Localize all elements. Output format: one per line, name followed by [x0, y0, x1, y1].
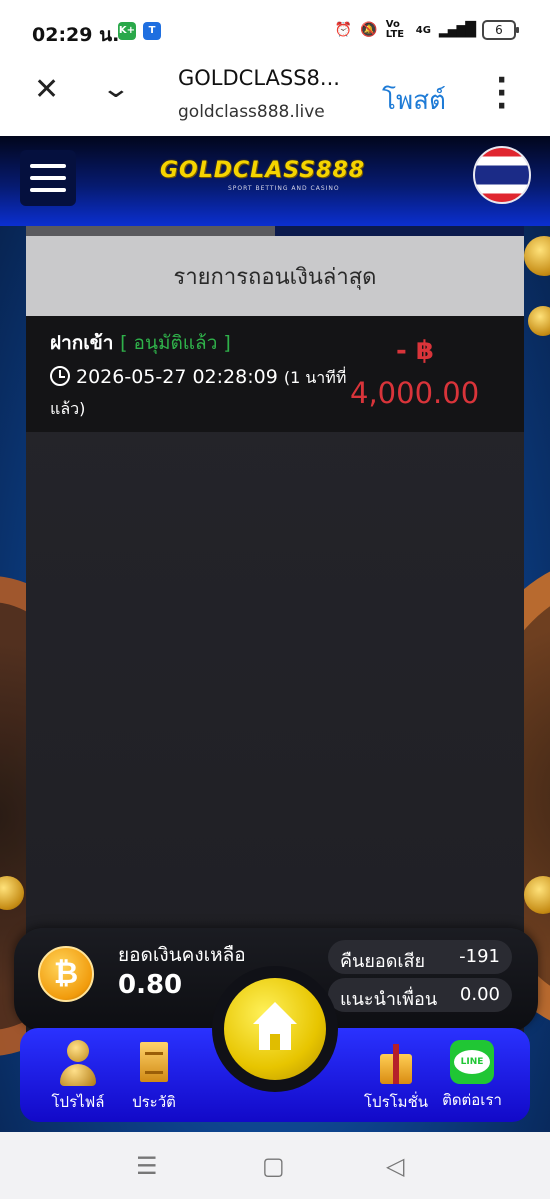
panel-title: รายการถอนเงินล่าสุด — [26, 236, 524, 316]
close-icon[interactable]: ✕ — [34, 72, 59, 107]
volte-icon: Vo LTE — [385, 19, 405, 40]
status-badge: [ อนุมัติแล้ว ] — [120, 332, 231, 354]
transaction-type: ฝากเข้า [ อนุมัติแล้ว ] — [50, 332, 231, 354]
home-icon — [224, 978, 326, 1080]
site-logo[interactable]: GOLDCLASS888 SPORT BETTING AND CASINO — [160, 158, 390, 198]
menu-icon — [30, 164, 66, 168]
referral-pill[interactable]: แนะนำเพื่อน 0.00 — [328, 978, 512, 1012]
post-button[interactable]: โพสต์ — [382, 80, 446, 121]
cashback-pill[interactable]: คืนยอดเสีย -191 — [328, 940, 512, 974]
nav-promotion[interactable]: โปรโมชั่น — [356, 1040, 436, 1114]
page-url: goldclass888.live — [178, 102, 325, 122]
gift-icon — [374, 1040, 418, 1086]
more-vertical-icon[interactable]: · · · — [496, 66, 507, 122]
status-indicators: ⏰ 🔕 Vo LTE 4G ▂▄▆█ 6 — [334, 19, 519, 40]
line-icon: LINE — [450, 1040, 494, 1084]
app-content: GOLDCLASS888 SPORT BETTING AND CASINO รา… — [0, 136, 550, 1132]
kplus-notification-icon: K+ — [118, 22, 136, 40]
nav-history[interactable]: ประวัติ — [114, 1040, 194, 1114]
hamburger-menu-button[interactable] — [20, 150, 76, 206]
chevron-down-icon[interactable]: ⌄ — [101, 74, 132, 104]
status-bar: 02:29 น. K+ T ⏰ 🔕 Vo LTE 4G ▂▄▆█ 6 — [0, 0, 550, 60]
thai-flag-icon[interactable] — [473, 146, 531, 204]
app-notification-icon: T — [143, 22, 161, 40]
clock-icon — [50, 366, 70, 386]
signal-icon: 4G — [415, 24, 431, 36]
transaction-amount: 4,000.00 — [350, 376, 480, 410]
site-header: GOLDCLASS888 SPORT BETTING AND CASINO — [0, 136, 550, 226]
home-button[interactable] — [212, 966, 338, 1092]
transaction-sign: - ฿ — [396, 336, 434, 366]
transaction-time: 2026-05-27 02:28:09 (1 นาทีที่แล้ว) — [50, 366, 347, 418]
panel-tabs — [26, 226, 524, 236]
browser-toolbar: ✕ ⌄ GOLDCLASS8... goldclass888.live โพสต… — [0, 60, 550, 136]
status-time: 02:29 น. — [32, 24, 120, 46]
page-title: GOLDCLASS8... — [178, 66, 340, 90]
tab-secondary[interactable] — [275, 226, 524, 236]
back-icon[interactable]: ◁ — [386, 1152, 404, 1180]
mute-icon: 🔕 — [360, 22, 378, 38]
battery-icon: 6 — [482, 20, 519, 40]
signal-bars-icon: ▂▄▆█ — [438, 22, 476, 38]
balance-label: ยอดเงินคงเหลือ — [118, 944, 246, 966]
profile-icon — [56, 1040, 100, 1086]
home-system-icon[interactable]: ▢ — [262, 1152, 285, 1180]
history-icon — [132, 1040, 176, 1086]
bitcoin-icon: ₿ — [38, 946, 94, 1002]
nav-contact[interactable]: LINE ติดต่อเรา — [432, 1040, 512, 1112]
nav-profile[interactable]: โปรไฟล์ — [38, 1040, 118, 1114]
recents-icon[interactable]: ☰ — [136, 1152, 158, 1180]
transaction-row: ฝากเข้า [ อนุมัติแล้ว ] 2026-05-27 02:28… — [26, 316, 524, 432]
balance-value: 0.80 — [118, 970, 183, 1000]
coin-decoration — [528, 306, 550, 336]
alarm-icon: ⏰ — [334, 22, 353, 38]
system-nav-bar: ☰ ▢ ◁ — [0, 1132, 550, 1199]
coin-decoration — [524, 236, 550, 276]
